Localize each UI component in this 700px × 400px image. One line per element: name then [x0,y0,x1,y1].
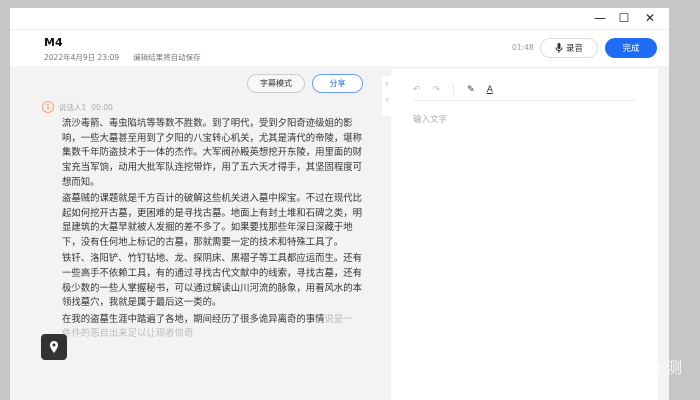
redo-icon[interactable]: ↷ [433,85,441,95]
record-button[interactable]: 录音 [540,38,598,58]
paragraph: 流沙毒箭、毒虫陷坑等等数不胜数。到了明代，受到夕阳奇迹级姐的影响，一些大墓甚至用… [62,118,363,188]
duration: 01:48 [512,43,534,52]
maximize-button[interactable]: ☐ [616,11,632,25]
minimize-button[interactable]: — [592,11,608,25]
title-bar: — ☐ ✕ [10,8,669,30]
speaker-name[interactable]: 说话人1 [59,102,86,113]
done-button[interactable]: 完成 [605,38,657,58]
editor-input[interactable]: 输入文字 [413,113,447,125]
highlight-icon[interactable]: ✎ [467,85,475,95]
divider: | [452,84,456,95]
location-pin-icon [50,341,58,353]
timestamp[interactable]: 00:00 [91,103,113,112]
record-label: 录音 [565,44,583,54]
speaker-number: 1 [42,101,54,113]
speaker-header: 1 说话人1 00:00 [42,101,113,113]
autosave-note: 编辑结果将自动保存 [133,53,201,62]
location-button[interactable] [41,334,67,360]
page-title: M4 [44,36,63,49]
content-area: 字幕模式 分享 1 说话人1 00:00 流沙毒箭、毒虫陷坑等等数不胜数。到了明… [10,66,669,400]
font-color-icon[interactable]: A [487,85,493,95]
editor-toolbar: ↶ ↷ | ✎ A [413,79,636,101]
share-button[interactable]: 分享 [312,74,363,93]
transcript-text[interactable]: 流沙毒箭、毒虫陷坑等等数不胜数。到了明代，受到夕阳奇迹级姐的影响，一些大墓甚至用… [62,117,362,344]
header: M4 2022年4月9日 23:09 编辑结果将自动保存 01:48 录音 完成 [10,31,669,66]
date: 2022年4月9日 23:09 [44,53,120,62]
watermark: 新浪众测 [612,358,685,377]
paragraph: 盗墓贼的课题就是千方百计的破解这些机关进入墓中探宝。不过在现代比起如何挖开古墓，… [62,193,363,249]
undo-icon[interactable]: ↶ [413,85,421,95]
paragraph-text: 在我的盗墓生涯中踏遍了各地，期间经历了很多诡异离奇的事情 [62,313,325,325]
microphone-icon [555,43,563,53]
notes-editor: ↶ ↷ | ✎ A 输入文字 [391,69,658,400]
close-button[interactable]: ✕ [642,11,658,25]
paragraph: 铁钎、洛阳铲、竹钉钻地、龙、探阴床、黑褶子等工具都应运而生。还有一些高手不依赖工… [62,253,363,309]
meta-line: 2022年4月9日 23:09 编辑结果将自动保存 [44,52,215,63]
subtitle-mode-button[interactable]: 字幕模式 [247,74,305,93]
app-window: — ☐ ✕ M4 2022年4月9日 23:09 编辑结果将自动保存 01:48 … [10,8,669,400]
paragraph: 在我的盗墓生涯中踏遍了各地，期间经历了很多诡异离奇的事情说是一件件的恶自出来足以… [62,313,362,342]
